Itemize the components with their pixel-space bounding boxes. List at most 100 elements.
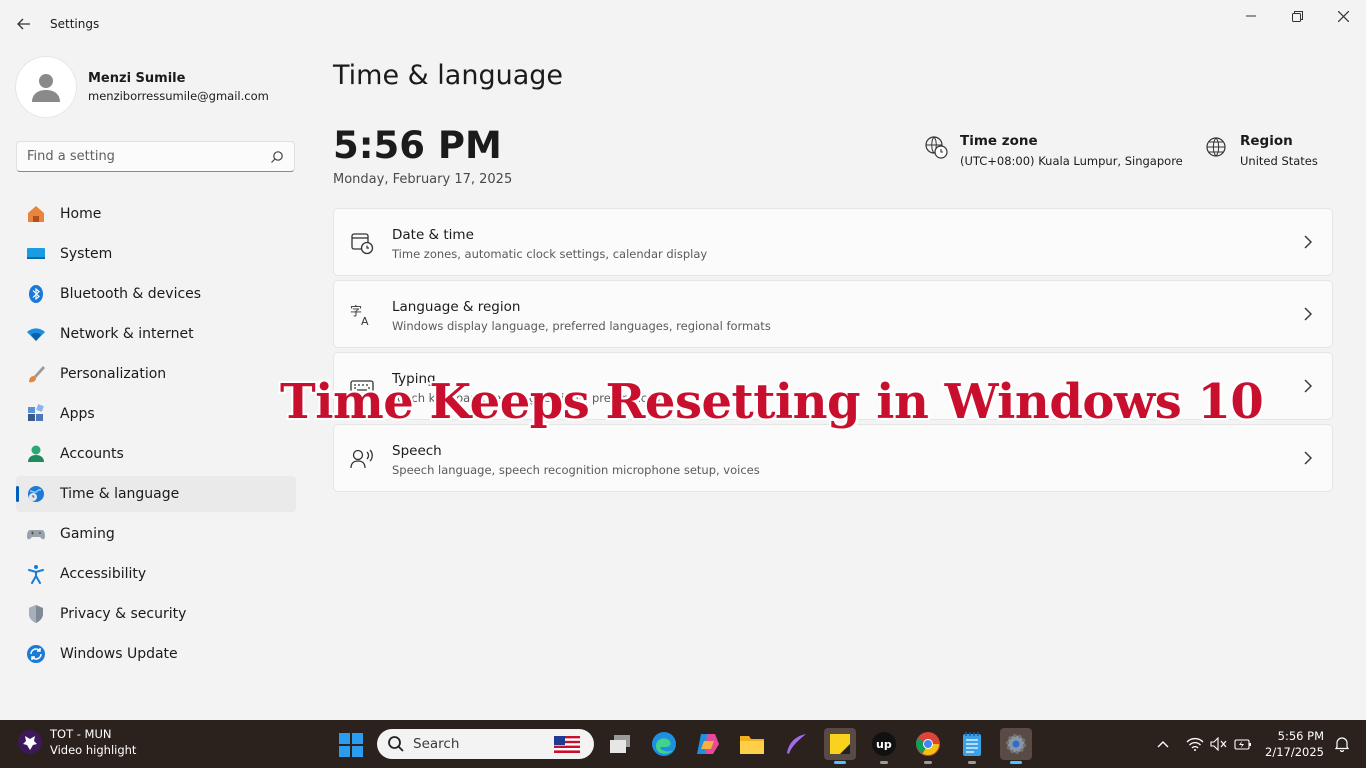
globe-icon bbox=[1206, 137, 1226, 157]
page-title: Time & language bbox=[333, 60, 564, 91]
brush-icon bbox=[26, 364, 46, 384]
gear-icon bbox=[1006, 734, 1026, 754]
shield-icon bbox=[26, 604, 46, 624]
restore-icon bbox=[1291, 10, 1303, 22]
date-time-card[interactable]: Date & time Time zones, automatic clock … bbox=[333, 208, 1333, 276]
sidebar-item-windows-update[interactable]: Windows Update bbox=[16, 636, 296, 672]
profile-name: Menzi Sumile bbox=[88, 71, 186, 86]
sidebar-item-label: Accounts bbox=[60, 446, 124, 462]
chevron-right-icon bbox=[1304, 379, 1312, 393]
taskbar: TOT - MUN Video highlight Search up 5:56… bbox=[0, 720, 1366, 768]
sidebar-item-time-language[interactable]: Time & language bbox=[16, 476, 296, 512]
sidebar-item-apps[interactable]: Apps bbox=[16, 396, 296, 432]
sidebar-item-home[interactable]: Home bbox=[16, 196, 296, 232]
language-icon: 字A bbox=[350, 303, 369, 327]
task-view-icon bbox=[610, 735, 630, 753]
chevron-right-icon bbox=[1304, 451, 1312, 465]
region-value: United States bbox=[1240, 154, 1318, 168]
region-info: Region United States bbox=[1204, 133, 1318, 168]
avatar bbox=[16, 57, 76, 117]
home-icon bbox=[26, 204, 46, 224]
language-region-card[interactable]: 字A Language & region Windows display lan… bbox=[333, 280, 1333, 348]
sidebar-item-label: Home bbox=[60, 206, 102, 222]
taskbar-notepad[interactable] bbox=[956, 728, 988, 764]
sidebar-item-label: Apps bbox=[60, 406, 95, 422]
card-title: Date & time bbox=[392, 227, 474, 243]
chevron-right-icon bbox=[1304, 307, 1312, 321]
feather-icon bbox=[787, 734, 806, 754]
windows-start-icon[interactable] bbox=[336, 730, 366, 760]
title-bar: Settings bbox=[0, 0, 1366, 48]
search-icon[interactable] bbox=[270, 150, 284, 164]
widget-button[interactable]: TOT - MUN Video highlight bbox=[16, 726, 136, 758]
taskbar-chrome[interactable] bbox=[912, 728, 944, 764]
close-button[interactable] bbox=[1320, 0, 1366, 32]
sidebar-item-bluetooth[interactable]: Bluetooth & devices bbox=[16, 276, 296, 312]
sticky-notes-icon bbox=[830, 734, 850, 754]
taskbar-sticky-notes[interactable] bbox=[824, 728, 856, 764]
settings-search[interactable] bbox=[16, 141, 295, 172]
wifi-icon bbox=[1186, 737, 1204, 751]
search-input[interactable] bbox=[27, 149, 270, 164]
taskbar-settings[interactable] bbox=[1000, 728, 1032, 764]
sidebar-item-personalization[interactable]: Personalization bbox=[16, 356, 296, 392]
taskbar-search[interactable]: Search bbox=[377, 729, 594, 759]
edge-icon bbox=[652, 732, 676, 756]
volume-muted-icon bbox=[1210, 737, 1227, 751]
card-subtitle: Windows display language, preferred lang… bbox=[392, 319, 771, 333]
globe-clock-icon bbox=[925, 136, 948, 159]
restore-button[interactable] bbox=[1274, 0, 1320, 32]
chevron-up-icon bbox=[1157, 741, 1169, 748]
tray-overflow[interactable] bbox=[1153, 734, 1173, 754]
bluetooth-icon bbox=[26, 284, 46, 304]
taskbar-edge[interactable] bbox=[648, 728, 680, 760]
sidebar-item-label: Personalization bbox=[60, 366, 167, 382]
taskbar-task-view[interactable] bbox=[604, 728, 636, 760]
sidebar-item-label: Bluetooth & devices bbox=[60, 286, 202, 302]
sidebar-item-system[interactable]: System bbox=[16, 236, 296, 272]
chevron-right-icon bbox=[1304, 235, 1312, 249]
minimize-button[interactable] bbox=[1228, 0, 1274, 32]
profile-email: menziborressumile@gmail.com bbox=[88, 89, 269, 103]
speech-card[interactable]: Speech Speech language, speech recogniti… bbox=[333, 424, 1333, 492]
chrome-icon bbox=[916, 732, 940, 756]
back-button[interactable] bbox=[12, 13, 36, 35]
tray-notifications[interactable] bbox=[1332, 734, 1352, 754]
current-date: Monday, February 17, 2025 bbox=[333, 172, 513, 187]
tray-wifi[interactable] bbox=[1185, 734, 1205, 754]
sidebar-item-gaming[interactable]: Gaming bbox=[16, 516, 296, 552]
sidebar-item-network[interactable]: Network & internet bbox=[16, 316, 296, 352]
accounts-icon bbox=[26, 444, 46, 464]
time-zone-value: (UTC+08:00) Kuala Lumpur, Singapore bbox=[960, 154, 1183, 168]
taskbar-time: 5:56 PM bbox=[1277, 729, 1324, 743]
copilot-icon bbox=[697, 734, 719, 754]
time-zone-label: Time zone bbox=[960, 133, 1038, 149]
taskbar-copilot[interactable] bbox=[692, 728, 724, 760]
taskbar-search-label: Search bbox=[413, 736, 460, 752]
user-profile[interactable]: Menzi Sumile menziborressumile@gmail.com bbox=[16, 57, 269, 117]
person-icon bbox=[32, 74, 60, 102]
taskbar-file-explorer[interactable] bbox=[736, 728, 768, 760]
tray-volume[interactable] bbox=[1209, 734, 1229, 754]
card-title: Language & region bbox=[392, 299, 521, 315]
taskbar-feather-app[interactable] bbox=[780, 728, 812, 760]
tray-battery[interactable] bbox=[1233, 734, 1253, 754]
sidebar-item-label: System bbox=[60, 246, 113, 262]
taskbar-clock[interactable]: 5:56 PM 2/17/2025 bbox=[1262, 728, 1324, 760]
overlay-title: Time Keeps Resetting in Windows 10 bbox=[280, 374, 1264, 430]
svg-text:up: up bbox=[876, 738, 892, 751]
notification-bell-icon bbox=[1334, 737, 1350, 752]
taskbar-date: 2/17/2025 bbox=[1265, 745, 1324, 759]
battery-charging-icon bbox=[1234, 739, 1251, 750]
taskbar-upwork[interactable]: up bbox=[868, 728, 900, 764]
sidebar-item-accessibility[interactable]: Accessibility bbox=[16, 556, 296, 592]
calendar-clock-icon bbox=[351, 233, 374, 255]
sidebar-item-accounts[interactable]: Accounts bbox=[16, 436, 296, 472]
card-subtitle: Speech language, speech recognition micr… bbox=[392, 463, 760, 477]
globe-clock-icon bbox=[26, 484, 46, 504]
close-icon bbox=[1337, 10, 1349, 22]
widget-line1: TOT - MUN bbox=[50, 727, 112, 741]
system-icon bbox=[26, 244, 46, 264]
sidebar-item-privacy[interactable]: Privacy & security bbox=[16, 596, 296, 632]
premier-league-icon bbox=[18, 730, 42, 754]
